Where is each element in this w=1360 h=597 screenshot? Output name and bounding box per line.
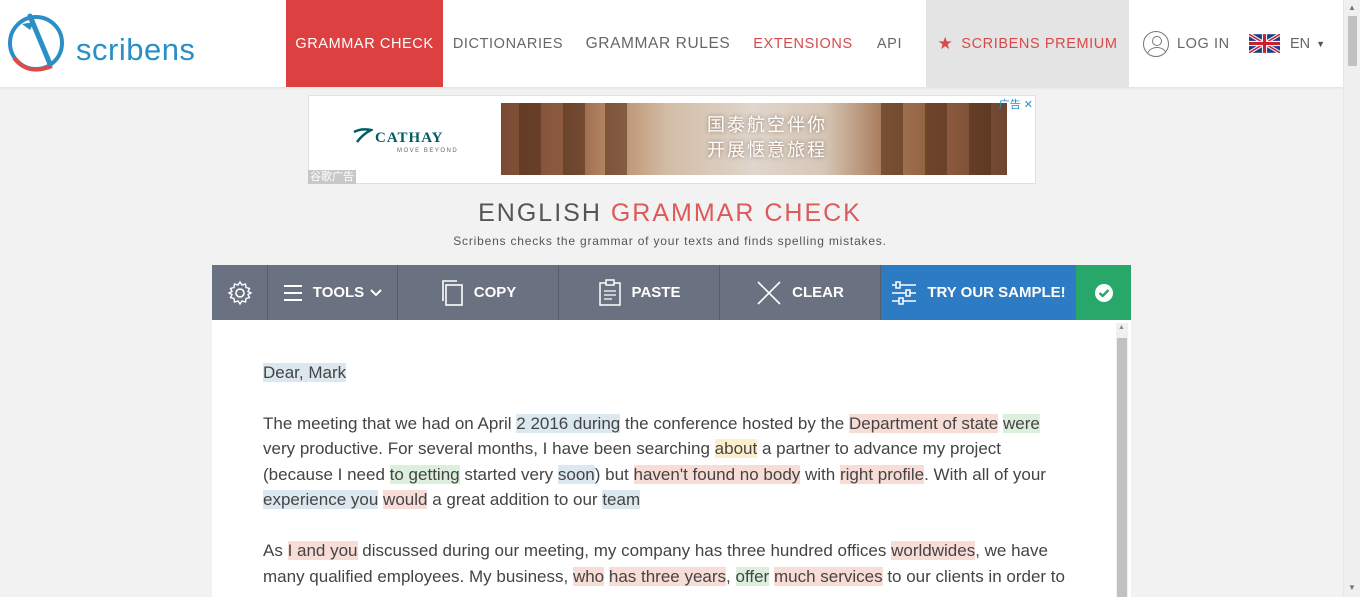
text-segment: very productive. For several months, I h… <box>263 439 715 459</box>
hamburger-icon <box>283 284 302 301</box>
editor-scroll-thumb[interactable] <box>1117 338 1127 597</box>
text-segment: a great addition to our <box>427 490 603 510</box>
flagged-word-red[interactable]: worldwides <box>891 540 976 560</box>
flagged-word-red[interactable]: would <box>383 490 428 510</box>
text-segment: discussed during our meeting, my company… <box>357 540 892 560</box>
language-label: EN <box>1290 35 1311 52</box>
language-selector[interactable]: EN ▼ <box>1249 0 1325 87</box>
copy-label: COPY <box>473 284 517 301</box>
flagged-word-red[interactable]: who <box>572 566 605 586</box>
paragraph-1: Dear, Mark <box>263 360 1073 386</box>
uk-flag-icon <box>1249 34 1280 53</box>
nav-extensions[interactable]: EXTENSIONS <box>743 0 863 87</box>
ad-headline-line2: 开展惬意旅程 <box>707 140 827 160</box>
login-label: LOG IN <box>1177 35 1230 52</box>
text-editor[interactable]: Dear, Mark The meeting that we had on Ap… <box>212 320 1131 597</box>
paste-label: PASTE <box>631 284 681 301</box>
paragraph-3: As I and you discussed during our meetin… <box>263 538 1073 589</box>
editor-scrollbar[interactable]: ▲ <box>1116 323 1128 597</box>
editor-text[interactable]: Dear, Mark The meeting that we had on Ap… <box>263 360 1073 597</box>
clipboard-icon <box>598 278 621 306</box>
flagged-word-red[interactable]: much services <box>773 566 883 586</box>
flagged-word-red[interactable]: has three years <box>608 566 727 586</box>
page-scroll-thumb[interactable] <box>1348 16 1357 66</box>
check-button[interactable] <box>1076 265 1131 320</box>
cathay-brush-icon <box>353 128 373 143</box>
flagged-word-green[interactable]: were <box>1003 413 1040 433</box>
page-title: ENGLISH GRAMMAR CHECK <box>0 199 1340 228</box>
user-icon <box>1143 30 1169 57</box>
scroll-up-arrow-icon[interactable]: ▲ <box>1348 3 1356 12</box>
text-segment: with <box>800 464 840 484</box>
editor-scroll-up-icon[interactable]: ▲ <box>1118 324 1125 331</box>
ad-image[interactable]: 国泰航空伴你 开展惬意旅程 <box>501 103 1007 175</box>
ad-brand-tagline: MOVE BEYOND <box>397 148 459 154</box>
caret-down-icon: ▼ <box>1316 38 1326 49</box>
close-x-icon <box>757 280 781 305</box>
nav-api[interactable]: API <box>863 0 916 87</box>
paste-button[interactable]: PASTE <box>559 265 720 320</box>
text-segment: to our clients in order to <box>882 566 1065 586</box>
logo-icon <box>8 13 64 72</box>
login-button[interactable]: LOG IN <box>1143 0 1230 87</box>
flagged-word-blue[interactable]: experience you <box>263 490 379 510</box>
gear-icon <box>226 280 253 305</box>
clear-label: CLEAR <box>792 284 844 301</box>
text-segment: ) but <box>594 464 634 484</box>
page-title-part2: GRAMMAR CHECK <box>610 199 862 227</box>
flagged-word-green[interactable]: to getting <box>389 464 460 484</box>
tools-label: TOOLS <box>312 284 365 301</box>
text-segment: As <box>263 540 288 560</box>
text-segment: started very <box>459 464 558 484</box>
copy-button[interactable]: COPY <box>398 265 559 320</box>
clear-button[interactable]: CLEAR <box>720 265 881 320</box>
checkmark-circle-icon <box>1094 283 1113 302</box>
header: scribens GRAMMAR CHECK DICTIONARIES GRAM… <box>0 0 1343 87</box>
scroll-down-arrow-icon[interactable]: ▼ <box>1348 583 1356 592</box>
flagged-word-red[interactable]: I and you <box>287 540 358 560</box>
text-segment: . With all of your <box>924 464 1046 484</box>
ad-headline-line1: 国泰航空伴你 <box>707 115 827 135</box>
sliders-icon <box>892 280 917 305</box>
nav-grammar-check[interactable]: GRAMMAR CHECK <box>286 0 443 87</box>
settings-button[interactable] <box>212 265 268 320</box>
tools-menu-button[interactable]: TOOLS <box>268 265 398 320</box>
flagged-word-blue[interactable]: Dear, Mark <box>263 363 347 382</box>
advertisement-banner[interactable]: CATHAY MOVE BEYOND 国泰航空伴你 开展惬意旅程 谷歌广告 广告… <box>308 95 1036 184</box>
ad-google-label: 谷歌广告 <box>308 170 356 184</box>
nav-dictionaries[interactable]: DICTIONARIES <box>443 0 573 87</box>
text-segment: the conference hosted by the <box>620 413 849 433</box>
flagged-word-red[interactable]: right profile <box>839 464 925 484</box>
ad-headline: 国泰航空伴你 开展惬意旅程 <box>687 113 847 163</box>
flagged-word-yellow[interactable]: about <box>714 439 758 459</box>
logo-text: scribens <box>76 32 196 67</box>
nav-grammar-rules[interactable]: GRAMMAR RULES <box>573 0 743 87</box>
text-segment: , <box>726 566 736 586</box>
flagged-word-blue[interactable]: 2 2016 during <box>516 413 621 433</box>
close-icon[interactable]: ✕ <box>1024 99 1033 111</box>
ad-brand-name: CATHAY <box>375 130 444 146</box>
star-icon: ★ <box>937 33 954 53</box>
ad-choices-button[interactable]: 广告 ✕ <box>999 96 1033 112</box>
flagged-word-blue[interactable]: team <box>602 490 641 510</box>
ad-brand-logo: CATHAY MOVE BEYOND <box>353 126 463 158</box>
page-title-part1: ENGLISH <box>478 199 602 227</box>
flagged-word-red[interactable]: haven't found no body <box>633 464 801 484</box>
flagged-word-red[interactable]: Department of state <box>848 413 999 433</box>
text-segment: The meeting that we had on April <box>263 413 517 433</box>
flagged-word-green[interactable]: offer <box>735 566 770 586</box>
premium-label: SCRIBENS PREMIUM <box>961 35 1118 52</box>
page-scrollbar[interactable]: ▲ ▼ <box>1343 0 1360 597</box>
scribens-logo[interactable]: scribens <box>6 10 206 78</box>
nav-scribens-premium[interactable]: ★ SCRIBENS PREMIUM <box>926 0 1129 87</box>
flagged-word-blue[interactable]: soon <box>557 464 595 484</box>
try-sample-label: TRY OUR SAMPLE! <box>927 284 1066 301</box>
try-sample-button[interactable]: TRY OUR SAMPLE! <box>881 265 1076 320</box>
page-subtitle: Scribens checks the grammar of your text… <box>453 234 887 248</box>
chevron-down-icon <box>370 288 382 296</box>
editor-toolbar: TOOLS COPY PASTE CLEAR TRY OUR SAMPLE! <box>212 265 1131 320</box>
ad-choices-label: 广告 <box>998 99 1021 111</box>
copy-icon <box>441 279 463 306</box>
paragraph-2: The meeting that we had on April 2 2016 … <box>263 411 1073 513</box>
